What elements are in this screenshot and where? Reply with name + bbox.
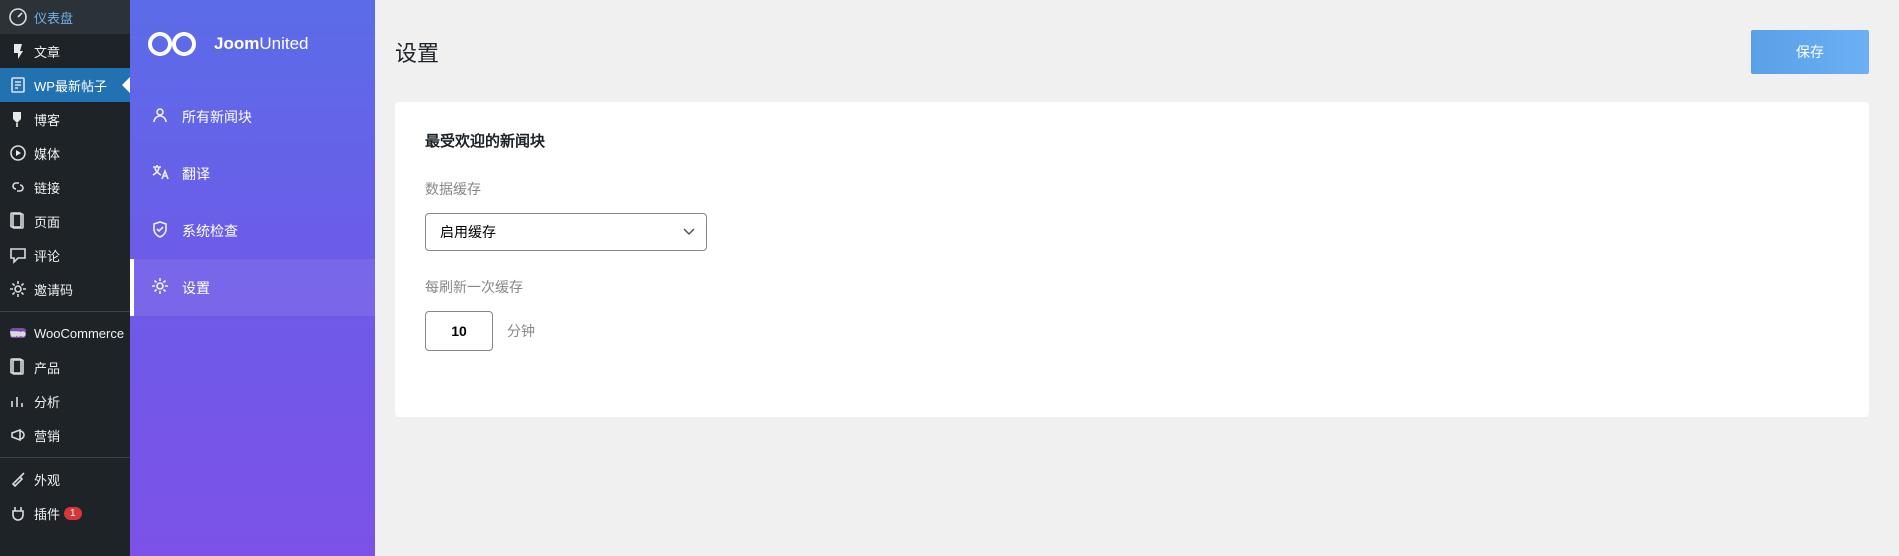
refresh-input[interactable] xyxy=(425,311,493,351)
gear-icon xyxy=(150,276,170,299)
page-title: 设置 xyxy=(395,36,439,68)
wp-menu-label: 页面 xyxy=(34,212,60,231)
gear-icon xyxy=(8,279,28,299)
joomunited-logo-icon xyxy=(148,28,204,60)
joomunited-logo-text: JoomUnited xyxy=(214,34,308,54)
wp-admin-sidebar: 仪表盘文章 WP最新帖子博客媒体链接页面评论邀请码 woo WooCommerce 产品… xyxy=(0,0,130,556)
pin2-icon xyxy=(8,109,28,129)
wp-menu-item-3[interactable]: 博客 xyxy=(0,102,130,136)
cache-field: 数据缓存 启用缓存 xyxy=(425,179,1839,251)
link-icon xyxy=(8,177,28,197)
joomunited-menu: 所有新闻块翻译系统检查设置 xyxy=(130,88,375,316)
comment-icon xyxy=(8,245,28,265)
cache-select-wrap: 启用缓存 xyxy=(425,213,707,251)
wp-menu-item-11[interactable]: 分析 xyxy=(0,384,130,418)
ju-menu-item-0[interactable]: 所有新闻块 xyxy=(130,88,375,145)
ju-menu-item-3[interactable]: 设置 xyxy=(130,259,375,316)
wp-menu-item-2[interactable]: WP最新帖子 xyxy=(0,68,130,102)
brush-icon xyxy=(8,469,28,489)
ju-menu-label: 翻译 xyxy=(182,164,210,184)
woo-icon: woo xyxy=(8,323,28,343)
user-icon xyxy=(150,105,170,128)
wp-menu-label: 插件 xyxy=(34,504,60,523)
svg-text:woo: woo xyxy=(10,331,25,338)
save-button[interactable]: 保存 xyxy=(1751,30,1869,74)
wp-menu-item-13[interactable]: 外观 xyxy=(0,462,130,496)
card-title: 最受欢迎的新闻块 xyxy=(425,130,1839,151)
wp-menu-item-0[interactable]: 仪表盘 xyxy=(0,0,130,34)
page-icon xyxy=(8,357,28,377)
pin-icon xyxy=(8,41,28,61)
wp-menu-item-1[interactable]: 文章 xyxy=(0,34,130,68)
wp-menu-label: 评论 xyxy=(34,246,60,265)
refresh-unit: 分钟 xyxy=(507,321,535,341)
wp-menu-item-7[interactable]: 评论 xyxy=(0,238,130,272)
refresh-row: 分钟 xyxy=(425,311,1839,351)
wp-menu-label: 媒体 xyxy=(34,144,60,163)
ju-menu-item-2[interactable]: 系统检查 xyxy=(130,202,375,259)
wp-menu-label: 分析 xyxy=(34,392,60,411)
wp-menu-item-8[interactable]: 邀请码 xyxy=(0,272,130,306)
refresh-label: 每刷新一次缓存 xyxy=(425,277,1839,297)
wp-menu-item-9[interactable]: woo WooCommerce xyxy=(0,316,130,350)
ju-menu-label: 所有新闻块 xyxy=(182,107,252,127)
wp-menu-item-14[interactable]: 插件 1 xyxy=(0,496,130,530)
cache-select[interactable]: 启用缓存 xyxy=(425,213,707,251)
ju-menu-label: 设置 xyxy=(182,278,210,298)
megaphone-icon xyxy=(8,425,28,445)
media-icon xyxy=(8,143,28,163)
wp-menu-label: WP最新帖子 xyxy=(34,76,107,95)
wp-menu-label: 产品 xyxy=(34,358,60,377)
wp-menu-label: 营销 xyxy=(34,426,60,445)
wp-menu-item-5[interactable]: 链接 xyxy=(0,170,130,204)
page-icon xyxy=(8,211,28,231)
page-header: 设置 保存 xyxy=(395,30,1869,74)
plugin-icon xyxy=(8,503,28,523)
ju-menu-label: 系统检查 xyxy=(182,221,238,241)
refresh-field: 每刷新一次缓存 分钟 xyxy=(425,277,1839,351)
wp-menu-label: 链接 xyxy=(34,178,60,197)
ju-menu-item-1[interactable]: 翻译 xyxy=(130,145,375,202)
shield-icon xyxy=(150,219,170,242)
joomunited-sidebar: JoomUnited 所有新闻块翻译系统检查设置 xyxy=(130,0,375,556)
update-badge: 1 xyxy=(64,507,82,520)
wp-menu-item-12[interactable]: 营销 xyxy=(0,418,130,452)
post-icon xyxy=(8,75,28,95)
wp-menu-label: WooCommerce xyxy=(34,326,124,341)
dashboard-icon xyxy=(8,7,28,27)
joomunited-logo: JoomUnited xyxy=(130,18,375,88)
wp-menu-item-4[interactable]: 媒体 xyxy=(0,136,130,170)
wp-menu-label: 文章 xyxy=(34,42,60,61)
main-content: 设置 保存 最受欢迎的新闻块 数据缓存 启用缓存 每刷新一次缓存 分钟 xyxy=(375,0,1899,556)
settings-card: 最受欢迎的新闻块 数据缓存 启用缓存 每刷新一次缓存 分钟 xyxy=(395,102,1869,417)
wp-menu-item-6[interactable]: 页面 xyxy=(0,204,130,238)
wp-menu-label: 仪表盘 xyxy=(34,8,73,27)
cache-label: 数据缓存 xyxy=(425,179,1839,199)
wp-menu-label: 博客 xyxy=(34,110,60,129)
wp-menu-label: 邀请码 xyxy=(34,280,73,299)
wp-menu-label: 外观 xyxy=(34,470,60,489)
wp-menu-item-10[interactable]: 产品 xyxy=(0,350,130,384)
translate-icon xyxy=(150,162,170,185)
analytics-icon xyxy=(8,391,28,411)
